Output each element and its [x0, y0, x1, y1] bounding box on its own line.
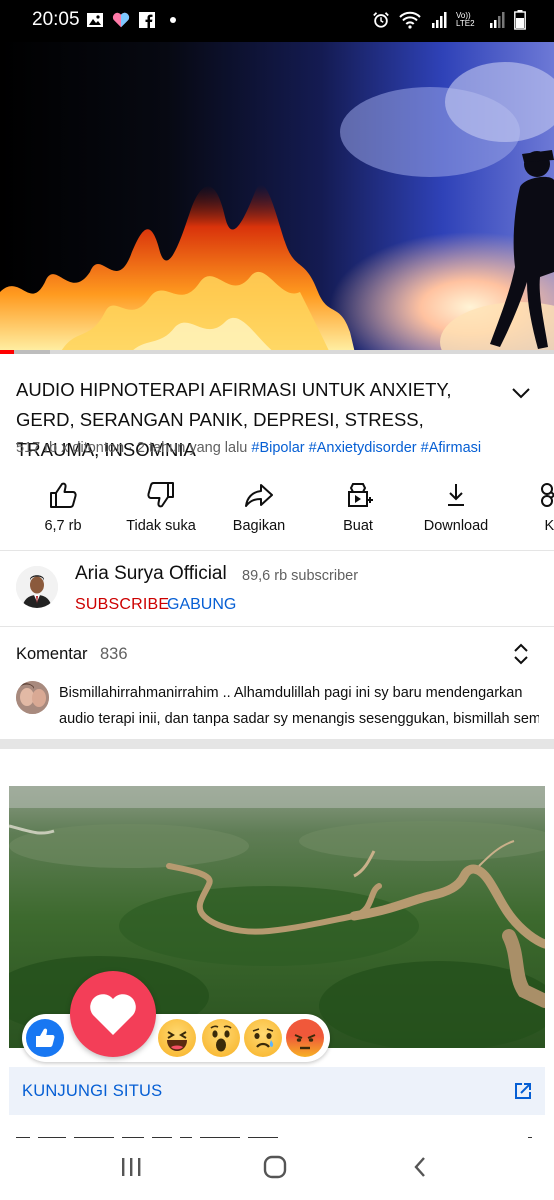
image-icon: [87, 13, 103, 27]
meta-separator: ·: [124, 440, 137, 456]
create-button[interactable]: Buat: [310, 478, 406, 546]
divider: [0, 626, 554, 627]
haha-reaction-icon[interactable]: [158, 1019, 196, 1057]
join-button[interactable]: GABUNG: [167, 596, 236, 614]
comments-expand-button[interactable]: [510, 642, 532, 666]
like-button[interactable]: 6,7 rb: [15, 478, 111, 546]
signal-icon: [490, 12, 505, 28]
upload-age: 2 tahun yang lalu: [136, 440, 248, 456]
dot-icon: [170, 17, 176, 23]
chevron-down-icon: [512, 388, 530, 399]
share-icon: [245, 484, 273, 507]
like-reaction-icon[interactable]: [26, 1019, 64, 1057]
share-label: Bagikan: [232, 518, 286, 534]
video-thumbnail-art: [0, 62, 554, 353]
status-bar: 20:05 Vo)) LTE2: [0, 0, 554, 42]
download-label: Download: [423, 518, 489, 534]
angry-reaction-icon[interactable]: [286, 1019, 324, 1057]
facebook-icon: [139, 12, 155, 28]
unfold-icon: [514, 643, 528, 665]
action-bar: 6,7 rb Tidak suka Bagikan Buat Download …: [0, 478, 554, 550]
dislike-button[interactable]: Tidak suka: [113, 478, 209, 546]
system-nav-bar: [0, 1138, 554, 1200]
avatar-image: [16, 681, 49, 714]
video-meta: 517 rb x ditonton · 2 tahun yang lalu #B…: [16, 440, 481, 456]
expand-description-button[interactable]: [506, 378, 536, 408]
back-icon: [414, 1157, 425, 1177]
ad-cta-bar[interactable]: KUNJUNGI SITUS: [9, 1067, 545, 1115]
sad-reaction-icon[interactable]: [244, 1019, 282, 1057]
comments-header[interactable]: Komentar: [16, 645, 88, 664]
hashtag-link[interactable]: #Afirmasi: [421, 440, 481, 456]
clip-label: Kl: [544, 518, 554, 534]
create-icon: [348, 483, 373, 507]
home-icon: [263, 1155, 287, 1179]
thumbs-up-icon: [50, 482, 77, 508]
create-label: Buat: [343, 518, 373, 534]
channel-name[interactable]: Aria Surya Official: [75, 563, 227, 585]
like-count: 6,7 rb: [44, 518, 82, 534]
divider: [0, 550, 554, 551]
wifi-icon: [399, 11, 421, 29]
battery-icon: [514, 10, 526, 30]
text-fragment: [16, 1137, 532, 1138]
recent-apps-icon: [122, 1158, 141, 1176]
signal-icon: [432, 12, 447, 28]
view-count: 517 rb x ditonton: [16, 440, 125, 456]
alarm-icon: [373, 12, 389, 28]
top-comment[interactable]: Bismillahirrahmanirrahim .. Alhamdulilla…: [59, 680, 539, 732]
thumbs-down-icon: [147, 482, 174, 508]
comment-line: audio terapi inii, dan tanpa sadar sy me…: [59, 711, 539, 727]
subscriber-count: 89,6 rb subscriber: [242, 568, 359, 584]
subscribe-button[interactable]: SUBSCRIBE: [75, 596, 169, 614]
back-button[interactable]: [400, 1152, 440, 1182]
dislike-label: Tidak suka: [126, 518, 196, 534]
clip-icon: [541, 483, 554, 507]
cut-off-text: [16, 1128, 536, 1138]
progress-played: [0, 350, 14, 354]
hashtag-link[interactable]: #Bipolar: [251, 440, 304, 456]
volte-icon: Vo)) LTE2: [456, 11, 475, 28]
video-progress-bar[interactable]: [0, 350, 554, 354]
hashtag-link[interactable]: #Anxietydisorder: [309, 440, 417, 456]
status-time: 20:05: [32, 9, 80, 30]
notification-icons: [86, 11, 182, 29]
wow-reaction-icon[interactable]: [202, 1019, 240, 1057]
video-player[interactable]: [0, 42, 554, 353]
visit-site-button[interactable]: KUNJUNGI SITUS: [22, 1082, 162, 1101]
open-external-icon[interactable]: [511, 1079, 535, 1103]
commenter-avatar[interactable]: [16, 681, 49, 714]
comment-line: Bismillahirrahmanirrahim .. Alhamdulilla…: [59, 685, 523, 701]
channel-avatar[interactable]: [16, 566, 58, 608]
reaction-picker[interactable]: [22, 971, 330, 1062]
love-reaction-icon[interactable]: [70, 971, 156, 1057]
recent-apps-button[interactable]: [111, 1152, 151, 1182]
section-separator: [0, 739, 554, 749]
share-button[interactable]: Bagikan: [211, 478, 307, 546]
comments-count: 836: [100, 645, 128, 663]
download-icon: [448, 484, 464, 506]
home-button[interactable]: [255, 1152, 295, 1182]
download-button[interactable]: Download: [408, 478, 504, 546]
heart-icon: [112, 12, 130, 28]
avatar-image: [16, 566, 58, 608]
system-icons: Vo)) LTE2: [372, 10, 526, 30]
clip-button[interactable]: Kl: [503, 478, 554, 546]
